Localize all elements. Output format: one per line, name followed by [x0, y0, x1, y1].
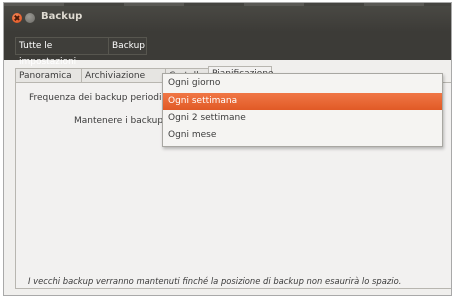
title-bar: Backup	[4, 3, 451, 32]
tab-overview[interactable]: Panoramica	[15, 68, 82, 83]
option-every-week[interactable]: Ogni settimana	[163, 93, 442, 110]
option-every-month[interactable]: Ogni mese	[163, 127, 442, 144]
breadcrumb: Tutte le impostazioni Backup	[4, 32, 451, 67]
close-icon[interactable]	[12, 13, 22, 23]
backup-window: Backup Tutte le impostazioni Backup Pano…	[3, 2, 452, 296]
window-title: Backup	[41, 11, 83, 22]
breadcrumb-all-settings[interactable]: Tutte le impostazioni	[15, 37, 110, 67]
title-bar-strip	[4, 3, 451, 6]
tab-storage[interactable]: Archiviazione	[81, 68, 166, 83]
keep-backups-label: Mantenere i backup	[74, 116, 164, 126]
footer-note: I vecchi backup verranno mantenuti finch…	[28, 276, 402, 286]
frequency-label: Frequenza dei backup periodici	[29, 93, 169, 103]
minimize-icon[interactable]	[25, 13, 35, 23]
option-every-2-weeks[interactable]: Ogni 2 settimane	[163, 110, 442, 127]
frequency-dropdown-menu[interactable]: Ogni giorno Ogni settimana Ogni 2 settim…	[162, 73, 443, 147]
option-every-day[interactable]: Ogni giorno	[163, 75, 442, 92]
breadcrumb-backup[interactable]: Backup	[108, 37, 147, 55]
